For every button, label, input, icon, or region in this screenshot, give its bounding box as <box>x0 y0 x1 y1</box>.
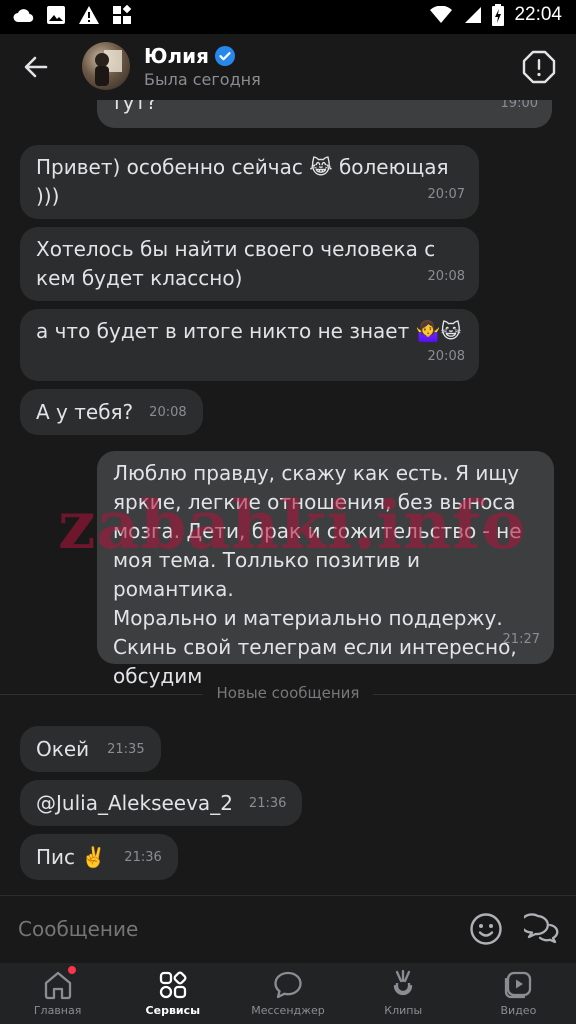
message-time: 20:08 <box>149 404 187 420</box>
tab-label: Сервисы <box>145 1004 201 1017</box>
message-time: 21:36 <box>248 795 287 811</box>
message-bubble-outgoing[interactable]: тут? 19:00 <box>97 100 552 128</box>
apps-icon <box>113 5 132 24</box>
video-icon <box>505 971 532 999</box>
message-time: 19:00 <box>500 100 538 111</box>
message-list[interactable]: тут? 19:00 Привет) особенно сейчас 😹 бол… <box>0 100 576 894</box>
tab-home[interactable]: Главная <box>0 963 115 1024</box>
message-bubble-incoming[interactable]: Хотелось бы найти своего человека с кем … <box>20 227 479 301</box>
message-bubble-incoming[interactable]: А у тебя? 20:08 <box>20 389 203 435</box>
tab-clips[interactable]: Клипы <box>346 963 461 1024</box>
message-text: а что будет в итоге никто не знает 🤷‍♀️😺 <box>36 319 462 343</box>
arrow-left-icon[interactable] <box>20 51 52 83</box>
message-text: А у тебя? <box>36 399 134 424</box>
services-grid-icon <box>159 971 187 999</box>
smile-icon[interactable] <box>469 912 503 946</box>
new-messages-divider: Новые сообщения <box>0 684 576 702</box>
verified-icon <box>214 46 235 66</box>
tab-label: Мессенджер <box>251 1004 325 1017</box>
message-time: 21:27 <box>502 632 540 647</box>
warning-icon <box>79 6 99 24</box>
home-icon <box>44 971 71 1000</box>
message-bubble-incoming[interactable]: а что будет в итоге никто не знает 🤷‍♀️😺… <box>20 309 479 381</box>
message-time: 20:07 <box>427 187 465 202</box>
image-icon <box>47 6 65 24</box>
chat-header: Юлия Была сегодня <box>0 34 576 100</box>
notification-badge <box>68 966 76 974</box>
message-time: 20:08 <box>427 349 465 364</box>
tab-label: Клипы <box>384 1004 423 1017</box>
clips-icon <box>394 969 413 996</box>
clock: 22:04 <box>514 4 562 25</box>
message-time: 21:36 <box>124 849 162 865</box>
last-seen-status: Была сегодня <box>144 70 261 89</box>
message-text: Привет) особенно сейчас 😹 болеющая ))) <box>36 155 449 208</box>
message-text: @Julia_Alekseeva_2 <box>36 790 233 815</box>
contact-name[interactable]: Юлия <box>144 44 209 68</box>
message-text: Окей <box>36 736 90 761</box>
message-time: 20:08 <box>427 269 465 284</box>
alert-octagon-icon[interactable] <box>522 50 556 84</box>
tab-messenger[interactable]: Мессенджер <box>230 963 345 1024</box>
message-input[interactable] <box>16 916 420 942</box>
battery-icon <box>492 4 505 26</box>
message-text: Пис ✌️ <box>36 844 107 869</box>
message-bubble-incoming[interactable]: Привет) особенно сейчас 😹 болеющая ))) 2… <box>20 145 479 219</box>
message-bubble-outgoing[interactable]: Люблю правду, скажу как есть. Я ищу ярки… <box>97 451 554 688</box>
message-icon <box>274 971 302 999</box>
message-bubble-incoming[interactable]: Пис ✌️ 21:36 <box>20 834 178 880</box>
message-text: Хотелось бы найти своего человека с кем … <box>36 237 436 290</box>
message-bubble-incoming[interactable]: @Julia_Alekseeva_2 21:36 <box>20 780 303 826</box>
tab-label: Главная <box>33 1004 82 1017</box>
tab-video[interactable]: Видео <box>461 963 576 1024</box>
message-text: Люблю правду, скажу как есть. Я ищу ярки… <box>113 461 522 688</box>
chat-bubbles-icon[interactable] <box>524 912 560 946</box>
message-text: тут? <box>111 100 157 114</box>
bottom-tab-bar: Главная Сервисы Мессенджер Клипы Видео <box>0 963 576 1024</box>
status-bar: 22:04 <box>0 0 576 34</box>
signal-icon <box>465 7 482 23</box>
message-bubble-incoming[interactable]: Окей 21:35 <box>20 726 161 772</box>
message-time: 21:35 <box>107 741 145 757</box>
cloud-icon <box>13 9 34 23</box>
message-composer <box>0 895 576 964</box>
tab-services[interactable]: Сервисы <box>115 963 230 1024</box>
wifi-icon <box>430 6 453 23</box>
avatar[interactable] <box>82 42 130 90</box>
tab-label: Видео <box>500 1004 537 1017</box>
